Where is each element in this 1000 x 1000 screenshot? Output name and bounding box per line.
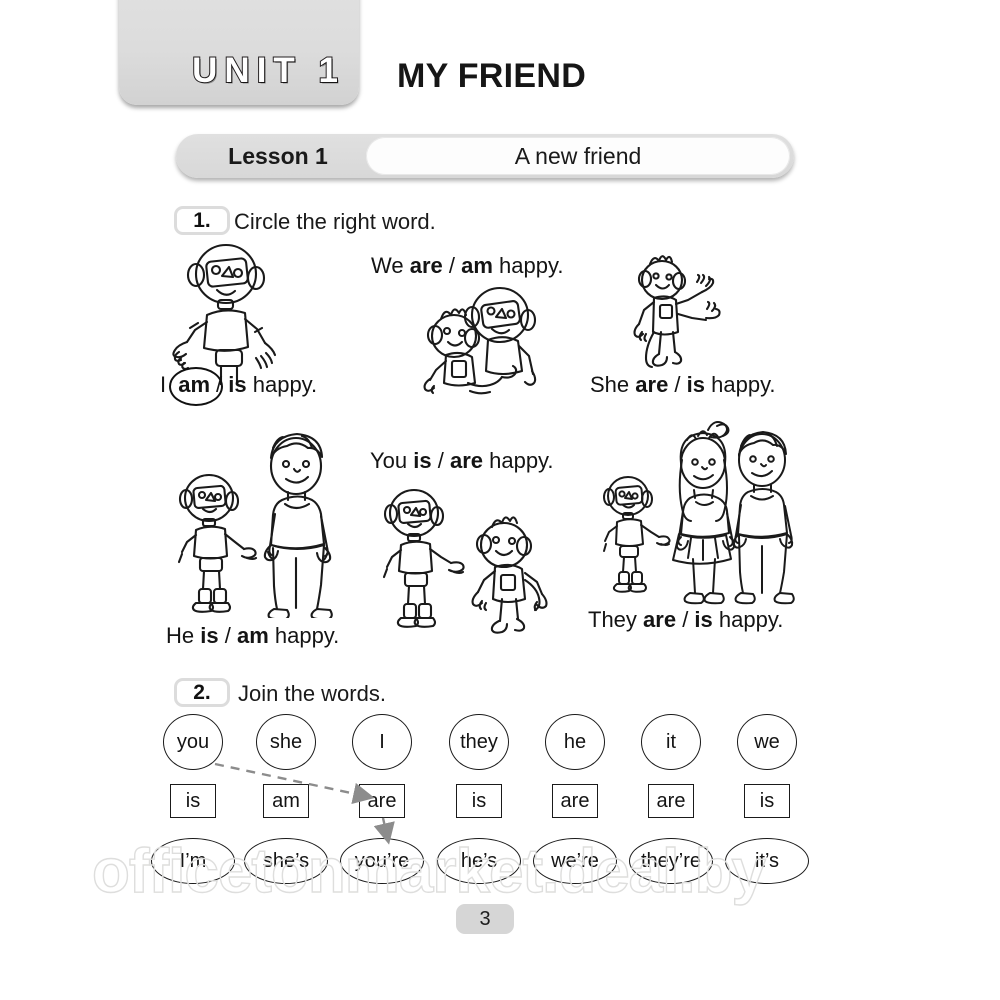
sentence-i-am[interactable]: I am / is happy. [160,367,318,406]
option-1[interactable]: are [410,253,443,278]
contraction-its[interactable]: it’s [725,838,809,884]
illustration-robot-and-monkey-hugging [418,283,543,401]
option-1[interactable]: is [413,448,431,473]
sentence-post: happy. [268,623,340,648]
sentence-we-are[interactable]: We are / am happy. [371,253,563,279]
pronoun-you[interactable]: you [163,714,223,770]
lesson-title: A new friend [366,137,790,175]
verb-am[interactable]: am [263,784,309,818]
option-1[interactable]: are [643,607,676,632]
option-separator: / [431,448,450,473]
option-1[interactable]: are [635,372,668,397]
option-separator: / [218,623,237,648]
sentence-post: happy. [246,372,318,397]
sentence-pre: They [588,607,644,632]
exercise-1-number: 1. [174,206,230,235]
pronoun-it[interactable]: it [641,714,701,770]
option-separator: / [442,253,462,278]
pronoun-they[interactable]: they [449,714,509,770]
sentence-she-is[interactable]: She are / is happy. [590,372,776,398]
option-2[interactable]: is [228,372,246,397]
option-1[interactable]: is [200,623,218,648]
sentence-pre: He [166,623,201,648]
option-2[interactable]: is [687,372,705,397]
verb-are[interactable]: are [359,784,405,818]
sentence-pre: We [371,253,410,278]
sentence-post: happy. [483,448,554,473]
verb-are[interactable]: are [552,784,598,818]
option-2[interactable]: is [694,607,712,632]
option-2[interactable]: are [450,448,483,473]
verb-is[interactable]: is [456,784,502,818]
sentence-pre: She [590,372,636,397]
lesson-label: Lesson 1 [228,142,328,169]
exercise-2-number: 2. [174,678,230,707]
contraction-youre[interactable]: you’re [340,838,424,884]
contraction-im[interactable]: I’m [151,838,235,884]
unit-title: MY FRIEND [397,57,587,95]
contraction-theyre[interactable]: they’re [629,838,713,884]
option-2[interactable]: am [461,253,493,278]
contraction-shes[interactable]: she’s [244,838,328,884]
arrow-are-to-youre [373,817,395,845]
workbook-page: UNIT 1 MY FRIEND Lesson 1 A new friend 1… [0,0,1000,1000]
contraction-hes[interactable]: he’s [437,838,521,884]
option-separator: / [668,372,687,397]
illustration-robot-thumbs-up [160,240,290,385]
illustration-monkey-waving [618,252,728,377]
option-1-circled[interactable]: am [169,367,223,406]
option-separator: / [676,607,695,632]
illustration-robot-and-boy [165,418,350,618]
illustration-robot-and-monkey-pointing [370,480,550,645]
page-number: 3 [456,904,514,934]
pronoun-we[interactable]: we [737,714,797,770]
pronoun-she[interactable]: she [256,714,316,770]
option-2[interactable]: am [237,623,269,648]
illustration-robot-girl-and-boy-group [595,418,810,608]
exercise-1-instruction: Circle the right word. [234,209,436,234]
lesson-bar: Lesson 1 A new friend [176,134,794,178]
pronoun-he[interactable]: he [545,714,605,770]
unit-tab: UNIT 1 [119,0,359,105]
exercise-2-instruction: Join the words. [238,681,386,706]
pronoun-i[interactable]: I [352,714,412,770]
sentence-post: happy. [705,372,776,397]
verb-are[interactable]: are [648,784,694,818]
sentence-pre: You [370,448,414,473]
verb-is[interactable]: is [744,784,790,818]
sentence-he-is[interactable]: He is / am happy. [166,623,339,649]
verb-is[interactable]: is [170,784,216,818]
sentence-post: happy. [712,607,784,632]
sentence-post: happy. [492,253,564,278]
sentence-they-are[interactable]: They are / is happy. [588,607,783,633]
unit-tab-label: UNIT 1 [191,50,345,91]
sentence-you-are[interactable]: You is / are happy. [370,448,554,474]
contraction-were[interactable]: we’re [533,838,617,884]
